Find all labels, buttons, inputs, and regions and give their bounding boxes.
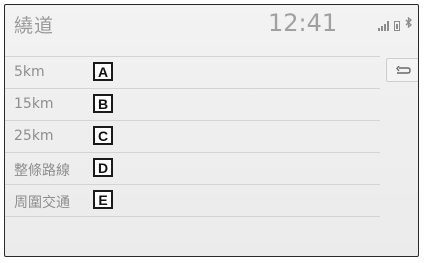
battery-icon xyxy=(394,21,400,31)
list-item[interactable]: 25km C xyxy=(5,120,380,152)
back-button[interactable] xyxy=(386,58,418,82)
marker-a: A xyxy=(93,62,113,81)
list-item[interactable]: 周圍交通 E xyxy=(5,184,380,217)
detour-options-list: 5km A 15km B 25km C 整條路線 D 周圍交通 E xyxy=(5,56,380,217)
back-arrow-icon xyxy=(395,61,411,80)
marker-c: C xyxy=(93,126,113,145)
header: 繞道 12:41 xyxy=(5,5,418,45)
option-label: 15km xyxy=(14,96,54,112)
page-title: 繞道 xyxy=(14,15,55,37)
signal-strength-icon xyxy=(378,21,389,31)
list-item[interactable]: 15km B xyxy=(5,88,380,120)
marker-d: D xyxy=(93,158,113,177)
screen-frame: 繞道 12:41 5km A 15km B 25km C 整條路線 D 周圍交通… xyxy=(4,4,419,257)
option-label: 25km xyxy=(14,128,54,144)
marker-e: E xyxy=(93,190,113,209)
bluetooth-icon xyxy=(405,16,412,31)
status-icons xyxy=(378,16,412,31)
option-label: 5km xyxy=(14,64,45,80)
clock: 12:41 xyxy=(268,9,338,37)
list-item[interactable]: 整條路線 D xyxy=(5,152,380,184)
marker-b: B xyxy=(93,94,113,113)
option-label: 周圍交通 xyxy=(14,195,70,211)
option-label: 整條路線 xyxy=(14,163,70,179)
list-item[interactable]: 5km A xyxy=(5,56,380,88)
